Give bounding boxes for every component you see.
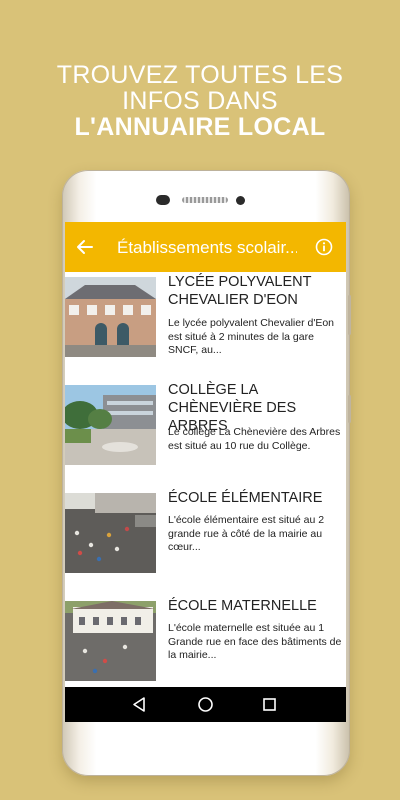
item-title: ÉCOLE ÉLÉMENTAIRE (168, 490, 323, 506)
list-item[interactable]: LYCÉE POLYVALENT CHEVALIER D'EON Le lycé… (65, 272, 346, 380)
android-nav-bar (65, 687, 346, 722)
arrow-left-icon[interactable] (75, 237, 95, 257)
front-sensor (156, 195, 170, 205)
triangle-back-icon[interactable] (131, 696, 148, 713)
phone-screen: Établissements scolair... LYCÉE POLYVALE… (65, 222, 346, 722)
app-bar: Établissements scolair... (65, 222, 346, 272)
info-circle-icon[interactable] (315, 238, 333, 256)
list-item[interactable]: COLLÈGE LA CHÈNEVIÈRE DES ARBRES Le coll… (65, 380, 346, 488)
item-description: Le collège La Chènevière des Arbres est … (168, 426, 341, 452)
school-thumbnail (65, 601, 156, 681)
item-title: LYCÉE POLYVALENT CHEVALIER D'EON (168, 274, 312, 308)
promo-headline: TROUVEZ TOUTES LES INFOS DANS L'ANNUAIRE… (0, 62, 400, 140)
phone-side-button (348, 295, 351, 335)
school-thumbnail (65, 385, 156, 465)
page-title: Établissements scolair... (117, 238, 297, 257)
headline-line-2: INFOS DANS (122, 87, 278, 115)
phone-side-button (348, 395, 351, 423)
school-list: LYCÉE POLYVALENT CHEVALIER D'EON Le lycé… (65, 272, 346, 704)
school-thumbnail (65, 277, 156, 357)
square-recents-icon[interactable] (261, 696, 278, 713)
headline-line-1: TROUVEZ TOUTES LES (56, 61, 344, 89)
front-camera (236, 196, 245, 205)
circle-home-icon[interactable] (197, 696, 214, 713)
item-title: ÉCOLE MATERNELLE (168, 598, 317, 614)
list-item[interactable]: ÉCOLE ÉLÉMENTAIRE L'école élémentaire es… (65, 488, 346, 596)
earpiece-speaker (182, 197, 228, 203)
item-description: Le lycée polyvalent Chevalier d'Eon est … (168, 317, 335, 356)
item-description: L'école maternelle est située au 1 Grand… (168, 622, 342, 661)
school-thumbnail (65, 493, 156, 573)
headline-line-3: L'ANNUAIRE LOCAL (74, 113, 326, 141)
item-description: L'école élémentaire est situé au 2 grand… (168, 514, 325, 553)
